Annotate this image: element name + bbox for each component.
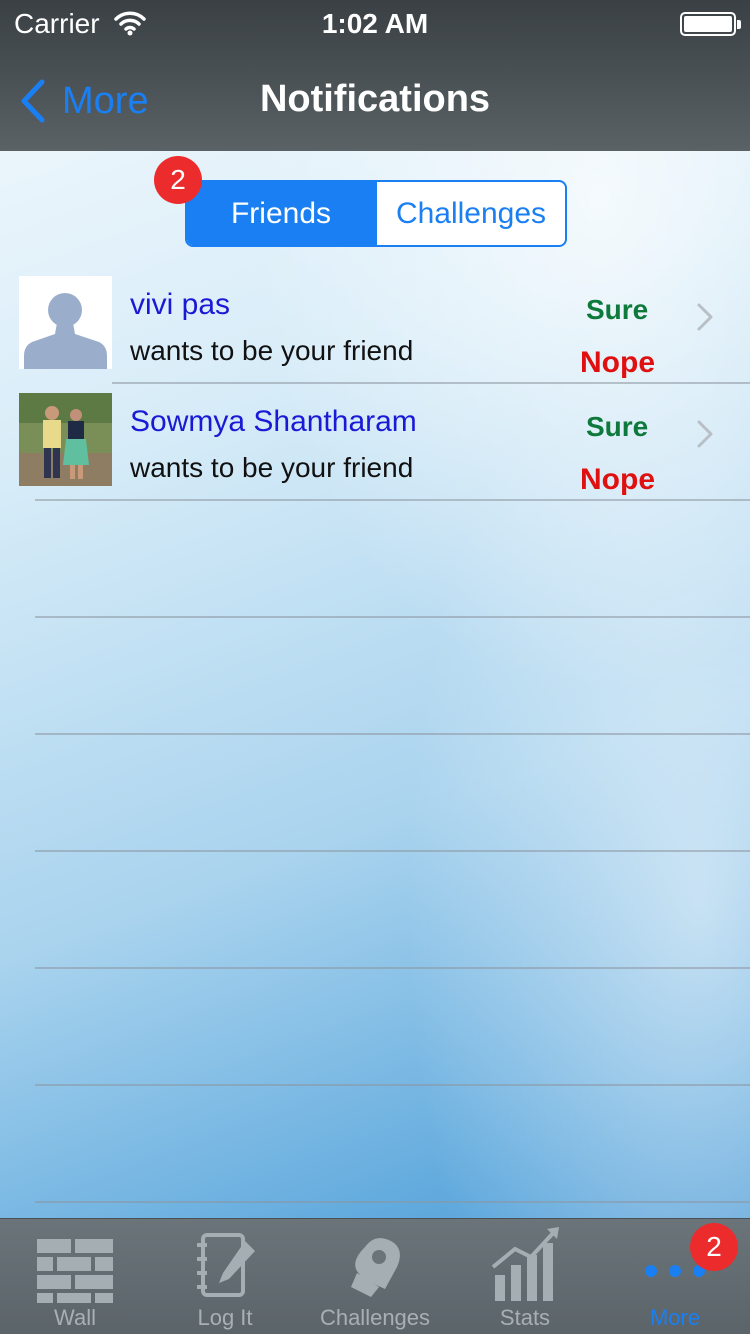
decline-button[interactable]: Nope xyxy=(580,463,655,497)
battery-icon xyxy=(680,12,741,36)
request-message: wants to be your friend xyxy=(130,335,414,366)
row-divider xyxy=(35,850,750,852)
tab-log-it[interactable]: Log It xyxy=(150,1219,300,1334)
requester-name[interactable]: vivi pas xyxy=(130,288,230,322)
segment-challenges[interactable]: Challenges xyxy=(375,182,565,245)
page-title: Notifications xyxy=(259,78,491,120)
row-divider xyxy=(35,967,750,969)
navigation-bar: Carrier 1:02 AM More Notifications xyxy=(0,0,750,151)
request-message: wants to be your friend xyxy=(130,452,414,483)
tab-label: More xyxy=(649,1305,701,1330)
segmented-control: Friends Challenges xyxy=(185,180,567,247)
accept-button[interactable]: Sure xyxy=(586,294,648,326)
bar-chart-icon xyxy=(491,1227,559,1301)
tab-label: Log It xyxy=(197,1305,253,1330)
requester-name[interactable]: Sowmya Shantharam xyxy=(130,405,417,439)
person-silhouette-icon xyxy=(19,276,112,369)
boxing-glove-icon xyxy=(351,1238,400,1297)
tab-stats[interactable]: Stats xyxy=(450,1219,600,1334)
tab-label: Challenges xyxy=(319,1305,431,1330)
decline-button[interactable]: Nope xyxy=(580,346,655,380)
tab-wall[interactable]: Wall xyxy=(0,1219,150,1334)
row-divider xyxy=(35,616,750,618)
row-divider xyxy=(35,499,750,501)
notification-row[interactable]: vivi pas wants to be your friend Sure No… xyxy=(0,266,750,383)
accept-button[interactable]: Sure xyxy=(586,411,648,443)
profile-photo xyxy=(19,393,112,486)
tab-bar: Wall Log It Challenges Stats More xyxy=(0,1218,750,1334)
chevron-right-icon xyxy=(697,420,713,448)
tab-label: Stats xyxy=(499,1305,551,1330)
clock: 1:02 AM xyxy=(321,8,429,39)
tab-challenges[interactable]: Challenges xyxy=(300,1219,450,1334)
tab-label: Wall xyxy=(54,1305,96,1330)
avatar-placeholder xyxy=(19,276,112,369)
brick-wall-icon xyxy=(37,1239,113,1303)
notebook-pencil-icon xyxy=(197,1233,255,1297)
chevron-right-icon xyxy=(697,303,713,331)
notification-row[interactable]: Sowmya Shantharam wants to be your frien… xyxy=(0,383,750,500)
row-divider xyxy=(35,733,750,735)
friends-badge: 2 xyxy=(154,156,202,204)
row-divider xyxy=(35,1201,750,1203)
segment-friends[interactable]: Friends xyxy=(187,182,375,245)
row-divider xyxy=(35,1084,750,1086)
avatar-photo xyxy=(19,393,112,486)
more-tab-badge: 2 xyxy=(690,1223,738,1271)
status-bar: Carrier 1:02 AM xyxy=(0,0,750,50)
